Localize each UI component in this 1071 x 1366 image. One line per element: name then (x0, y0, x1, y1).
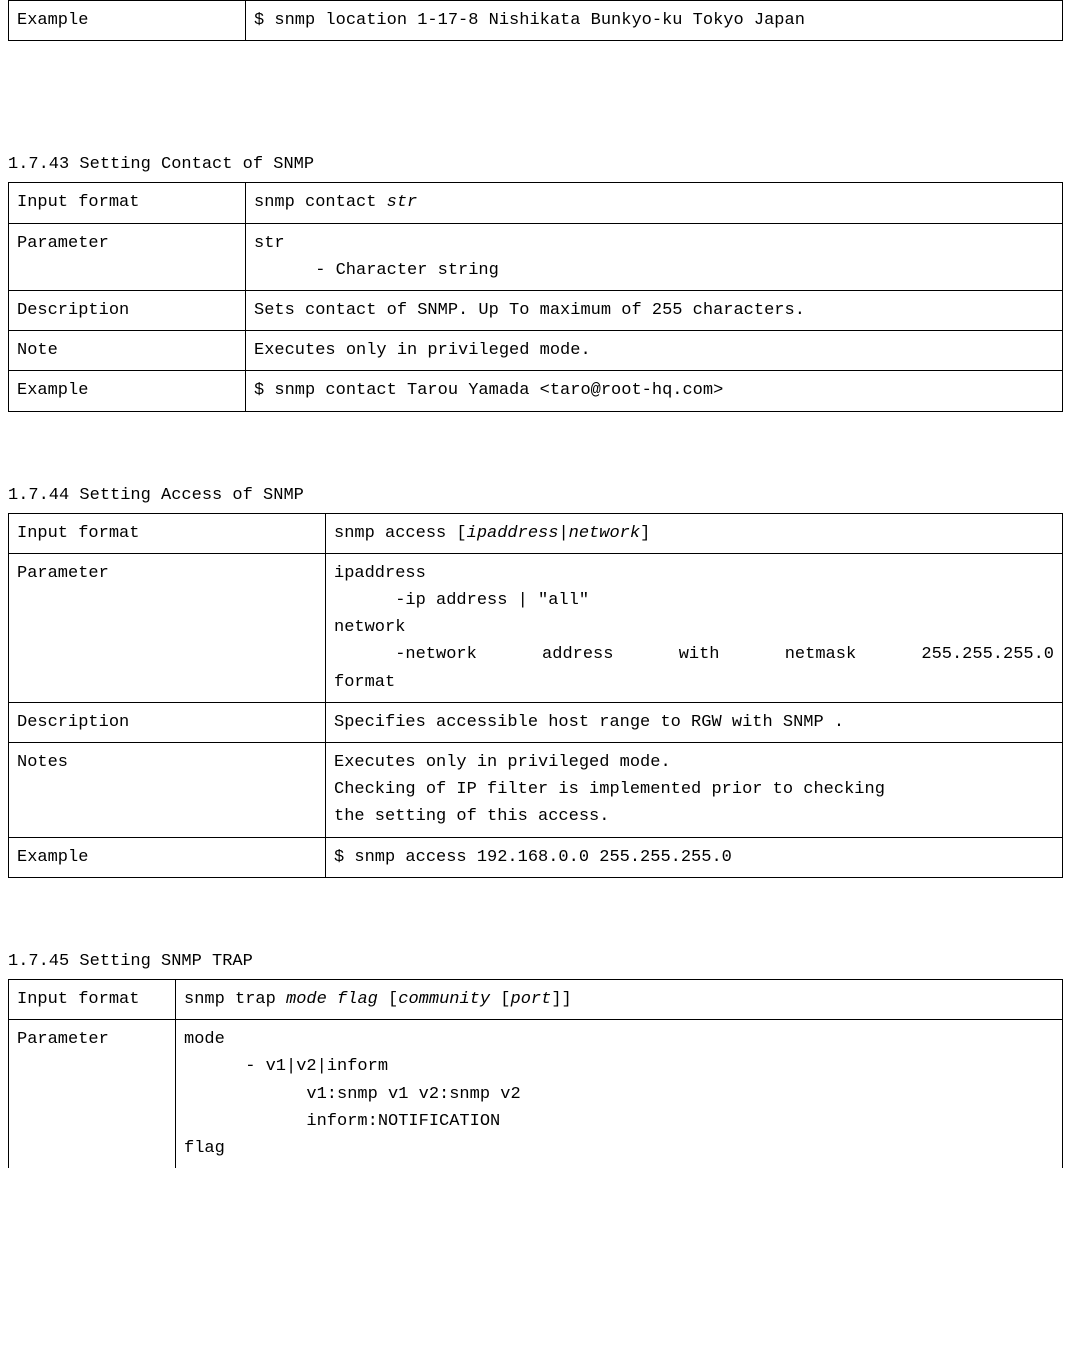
row-example-label: Example (9, 371, 246, 411)
notes-line-3: the setting of this access. (334, 803, 1054, 830)
row-notes-label: Notes (9, 743, 326, 838)
text-italic: community (398, 990, 490, 1009)
text-plain: snmp trap (184, 990, 286, 1009)
param-line-1: mode (184, 1026, 1054, 1053)
row-example-value: $ snmp location 1-17-8 Nishikata Bunkyo-… (246, 1, 1063, 41)
row-example-value: $ snmp contact Tarou Yamada <taro@root-h… (246, 371, 1063, 411)
section-2-table: Input format snmp access [ipaddress|netw… (8, 513, 1063, 878)
row-example-value: $ snmp access 192.168.0.0 255.255.255.0 (326, 837, 1063, 877)
row-notes-value: Executes only in privileged mode. Checki… (326, 743, 1063, 838)
param-line-5: flag (184, 1135, 1054, 1162)
row-note-label: Note (9, 331, 246, 371)
text-plain: snmp contact (254, 193, 387, 212)
param-line-5: format (334, 669, 1054, 696)
row-input-format-label: Input format (9, 183, 246, 223)
param-line-4: inform:NOTIFICATION (184, 1108, 1054, 1135)
text-plain: ] (640, 524, 650, 543)
param-line-3: v1:snmp v1 v2:snmp v2 (184, 1081, 1054, 1108)
text-plain: [ (378, 990, 398, 1009)
param-line-3: network (334, 614, 1054, 641)
row-example-label: Example (9, 1, 246, 41)
row-parameter-value: mode - v1|v2|inform v1:snmp v1 v2:snmp v… (176, 1020, 1063, 1168)
document-page: Example $ snmp location 1-17-8 Nishikata… (0, 0, 1071, 1176)
param-line-2: - v1|v2|inform (184, 1053, 1054, 1080)
text-italic: mode flag (286, 990, 378, 1009)
row-description-value: Sets contact of SNMP. Up To maximum of 2… (246, 290, 1063, 330)
section-1-table: Input format snmp contact str Parameter … (8, 182, 1063, 411)
text-italic: ipaddress|network (467, 524, 640, 543)
text-italic: port (511, 990, 552, 1009)
text-italic: str (387, 193, 418, 212)
param-line-1: str (254, 230, 1054, 257)
text-plain: snmp access [ (334, 524, 467, 543)
row-note-value: Executes only in privileged mode. (246, 331, 1063, 371)
row-description-label: Description (9, 290, 246, 330)
row-parameter-label: Parameter (9, 553, 326, 702)
section-3-heading: 1.7.45 Setting SNMP TRAP (8, 948, 1063, 975)
row-parameter-label: Parameter (9, 1020, 176, 1168)
row-input-format-label: Input format (9, 513, 326, 553)
text-plain: [ (490, 990, 510, 1009)
row-parameter-value: ipaddress -ip address | "all" network -n… (326, 553, 1063, 702)
section-1-heading: 1.7.43 Setting Contact of SNMP (8, 151, 1063, 178)
notes-line-1: Executes only in privileged mode. (334, 749, 1054, 776)
row-parameter-value: str - Character string (246, 223, 1063, 290)
section-3-table: Input format snmp trap mode flag [commun… (8, 979, 1063, 1168)
row-parameter-label: Parameter (9, 223, 246, 290)
row-input-format-label: Input format (9, 979, 176, 1019)
notes-line-2: Checking of IP filter is implemented pri… (334, 776, 1054, 803)
row-example-label: Example (9, 837, 326, 877)
param-line-4: -network address with netmask 255.255.25… (334, 641, 1054, 668)
row-description-value: Specifies accessible host range to RGW w… (326, 702, 1063, 742)
row-description-label: Description (9, 702, 326, 742)
section-2-heading: 1.7.44 Setting Access of SNMP (8, 482, 1063, 509)
row-input-format-value: snmp access [ipaddress|network] (326, 513, 1063, 553)
section-0-table: Example $ snmp location 1-17-8 Nishikata… (8, 0, 1063, 41)
param-line-2: - Character string (254, 257, 1054, 284)
param-line-1: ipaddress (334, 560, 1054, 587)
text-plain: ]] (551, 990, 571, 1009)
param-line-2: -ip address | "all" (334, 587, 1054, 614)
row-input-format-value: snmp trap mode flag [community [port]] (176, 979, 1063, 1019)
row-input-format-value: snmp contact str (246, 183, 1063, 223)
